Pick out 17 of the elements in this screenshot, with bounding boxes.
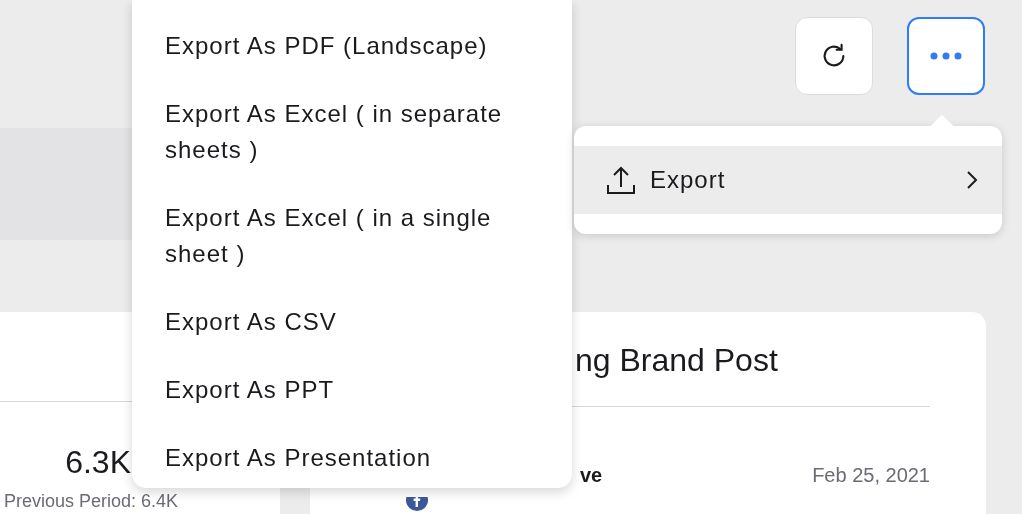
card-title: ng Brand Post [575,342,778,378]
previous-period-text: Previous Period: 6.4K [4,491,179,511]
author-name: ve [580,463,603,487]
more-icon [930,52,962,60]
export-menu-item[interactable]: Export [574,146,1002,214]
chevron-right-icon [966,170,978,190]
more-button[interactable] [907,17,985,95]
submenu-item[interactable]: Export As PPT [132,356,512,424]
upload-icon [606,165,636,195]
submenu-item[interactable]: Export As Presentation [132,424,512,492]
submenu-item[interactable]: Export As PDF (Landscape) [132,12,512,80]
refresh-button[interactable] [795,17,873,95]
submenu-item[interactable]: Export As Excel ( in separate sheets ) [132,80,512,184]
submenu-item[interactable]: Export As Excel ( in a single sheet ) [132,184,512,288]
post-date: Feb 25, 2021 [812,463,930,487]
metric-value: 6.3K [65,444,131,480]
submenu-item[interactable]: Export As CSV [132,288,512,356]
